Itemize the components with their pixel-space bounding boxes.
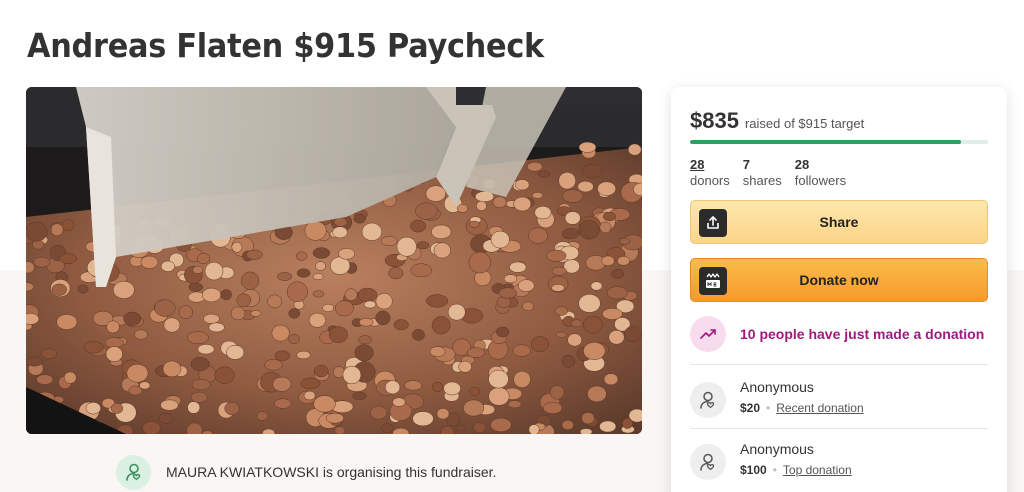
share-button[interactable]: Share — [690, 200, 988, 244]
stat-donors[interactable]: 28 donors — [690, 157, 730, 188]
organiser-person-icon — [116, 454, 151, 490]
progress-bar — [690, 140, 988, 144]
separator-dot: • — [766, 401, 771, 415]
pile-of-pennies-photo — [26, 87, 642, 434]
donation-amount: $100 — [740, 463, 767, 477]
separator-dot: • — [772, 463, 777, 477]
stat-followers: 28 followers — [795, 157, 846, 188]
hero-image[interactable] — [26, 87, 642, 434]
donate-now-button[interactable]: Donate now — [690, 258, 988, 302]
share-button-label: Share — [819, 214, 859, 230]
raised-summary: $835 raised of $915 target — [690, 108, 864, 134]
organiser-text: MAURA KWIATKOWSKI is organising this fun… — [166, 464, 497, 480]
donor-name: Anonymous — [740, 441, 814, 457]
top-donation-link[interactable]: Top donation — [783, 463, 852, 477]
progress-fill — [690, 140, 962, 144]
recent-donation-link[interactable]: Recent donation — [776, 401, 863, 415]
donation-card: $835 raised of $915 target 28 donors 7 s… — [671, 87, 1007, 492]
donate-now-button-label: Donate now — [799, 272, 879, 288]
stat-followers-label: followers — [794, 173, 847, 188]
raised-amount: $835 — [690, 108, 739, 133]
donation-item: Anonymous $100 • Top donation — [690, 440, 852, 480]
stat-donors-label: donors — [690, 173, 730, 188]
stat-followers-value: 28 — [794, 157, 810, 172]
donor-avatar-icon — [690, 382, 726, 418]
donation-amount: $20 — [740, 401, 761, 415]
gofundme-logo-icon — [699, 267, 727, 295]
stat-shares: 7 shares — [743, 157, 782, 188]
recent-activity: 10 people have just made a donation — [690, 316, 984, 352]
divider — [690, 428, 988, 429]
page-title: Andreas Flaten $915 Paycheck — [27, 26, 544, 65]
share-icon — [699, 209, 727, 237]
donor-name: Anonymous — [740, 379, 814, 395]
donor-avatar-icon — [690, 444, 726, 480]
recent-activity-text: 10 people have just made a donation — [740, 326, 985, 342]
donation-item: Anonymous $20 • Recent donation — [690, 378, 864, 418]
stats-row: 28 donors 7 shares 28 followers — [690, 157, 859, 188]
raised-target: raised of $915 target — [744, 116, 865, 131]
stat-donors-value[interactable]: 28 — [690, 157, 730, 173]
organiser-row: MAURA KWIATKOWSKI is organising this fun… — [116, 454, 497, 490]
stat-shares-value: 7 — [742, 157, 750, 172]
divider — [690, 364, 988, 365]
trending-up-icon — [690, 316, 726, 352]
stat-shares-label: shares — [742, 173, 782, 188]
